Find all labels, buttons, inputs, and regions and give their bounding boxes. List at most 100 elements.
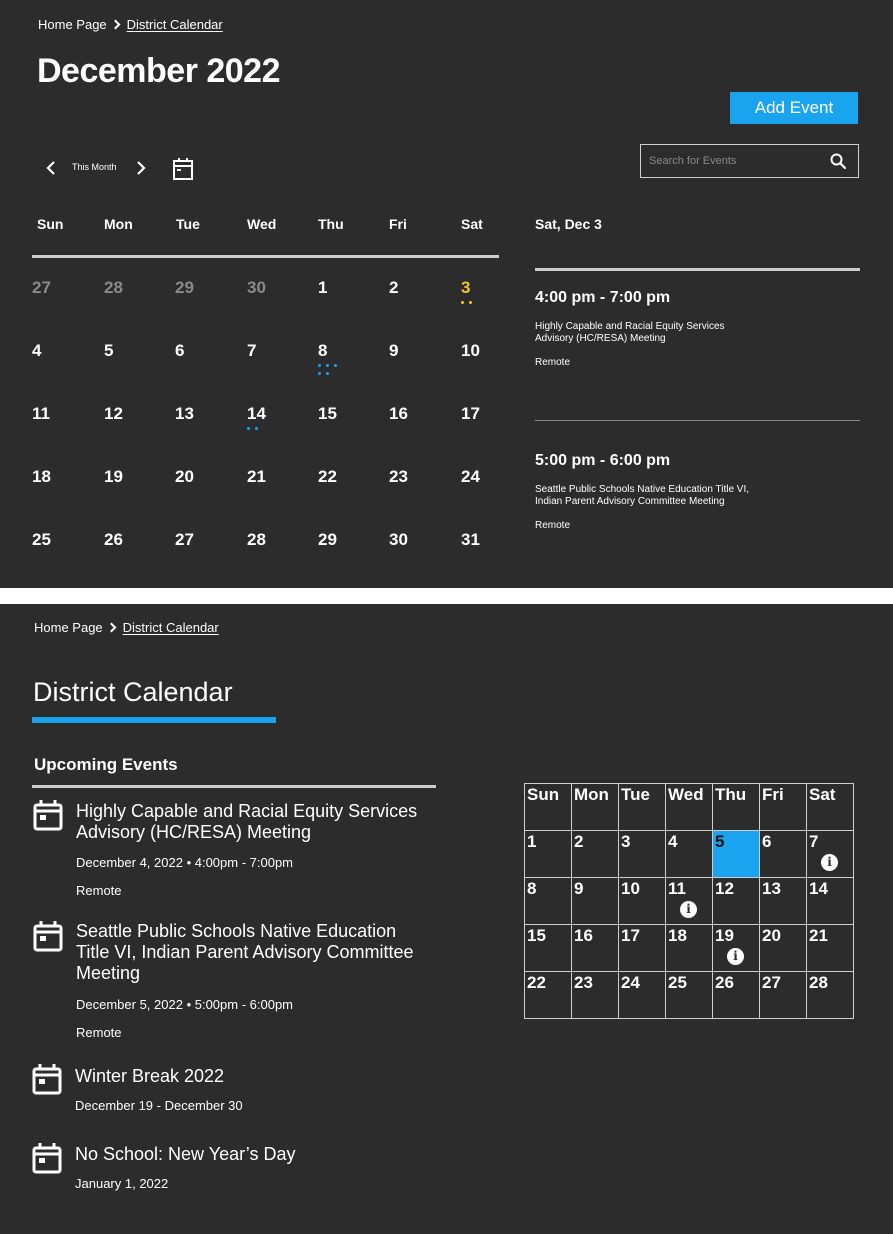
calendar-day[interactable]: 29 (318, 530, 337, 550)
calendar-day[interactable]: 30 (389, 530, 408, 550)
event-dot (461, 301, 464, 304)
chevron-left-icon[interactable] (44, 160, 58, 176)
search-input[interactable] (649, 152, 819, 170)
mini-calendar-day[interactable]: 26 (712, 971, 760, 1019)
mini-calendar-day[interactable]: 25 (665, 971, 713, 1019)
weekday-header: Thu (712, 783, 760, 831)
calendar-day[interactable]: 23 (389, 467, 408, 487)
mini-calendar-header-row: Sun Mon Tue Wed Thu Fri Sat (524, 783, 854, 831)
calendar-day[interactable]: 28 (247, 530, 266, 550)
breadcrumb-home-link[interactable]: Home Page (34, 620, 103, 635)
mini-calendar-day[interactable]: 5 (712, 830, 760, 878)
breadcrumb-current-link[interactable]: District Calendar (123, 620, 219, 635)
mini-calendar-day[interactable]: 4 (665, 830, 713, 878)
breadcrumb-home-link[interactable]: Home Page (38, 17, 107, 32)
mini-calendar-day[interactable]: 23 (571, 971, 619, 1019)
weekday-header: Thu (318, 216, 344, 232)
mini-calendar-day[interactable]: 16 (571, 924, 619, 972)
info-icon[interactable]: i (727, 948, 744, 965)
calendar-day[interactable]: 26 (104, 530, 123, 550)
info-icon[interactable]: i (821, 854, 838, 871)
calendar-day[interactable]: 14 (247, 404, 266, 424)
breadcrumb-current-link[interactable]: District Calendar (127, 17, 223, 32)
mini-calendar-day[interactable]: 10 (618, 877, 666, 925)
mini-calendar-day[interactable]: 15 (524, 924, 572, 972)
mini-calendar-day[interactable]: 3 (618, 830, 666, 878)
calendar-day[interactable]: 16 (389, 404, 408, 424)
mini-calendar-day[interactable]: 17 (618, 924, 666, 972)
section-heading: Upcoming Events (34, 755, 178, 774)
calendar-day[interactable]: 19 (104, 467, 123, 487)
calendar-day[interactable]: 13 (175, 404, 194, 424)
calendar-day[interactable]: 27 (32, 278, 51, 298)
calendar-day[interactable]: 12 (104, 404, 123, 424)
mini-calendar-day[interactable]: 2 (571, 830, 619, 878)
calendar-day[interactable]: 21 (247, 467, 266, 487)
event-title-link[interactable]: Highly Capable and Racial Equity Service… (76, 801, 426, 843)
calendar-day[interactable]: 5 (104, 341, 113, 361)
calendar-day[interactable]: 7 (247, 341, 256, 361)
this-month-button[interactable]: This Month (72, 162, 117, 172)
info-icon[interactable]: i (680, 901, 697, 918)
chevron-right-icon[interactable] (134, 160, 148, 176)
selected-date-heading: Sat, Dec 3 (535, 216, 602, 232)
mini-calendar-day[interactable]: 8 (524, 877, 572, 925)
mini-calendar-day[interactable]: 14 (806, 877, 854, 925)
day-number: 17 (621, 926, 640, 945)
day-number: 13 (762, 879, 781, 898)
calendar-day[interactable]: 2 (389, 278, 398, 298)
mini-calendar-day[interactable]: 1 (524, 830, 572, 878)
event-location: Remote (535, 357, 571, 368)
mini-calendar-day[interactable]: 7i (806, 830, 854, 878)
mini-calendar-day[interactable]: 11 i (665, 877, 713, 925)
calendar-day[interactable]: 6 (175, 341, 184, 361)
calendar-day[interactable]: 4 (32, 341, 41, 361)
event-indicator (318, 364, 344, 375)
event-title-link[interactable]: Winter Break 2022 (75, 1066, 224, 1087)
mini-calendar-day[interactable]: 6 (759, 830, 807, 878)
calendar-day[interactable]: 17 (461, 404, 480, 424)
mini-calendar-day[interactable]: 20 (759, 924, 807, 972)
calendar-day[interactable]: 15 (318, 404, 337, 424)
event-title-link[interactable]: Highly Capable and Racial Equity Service… (535, 321, 755, 345)
mini-calendar-day[interactable]: 12 (712, 877, 760, 925)
calendar-icon[interactable] (172, 157, 194, 181)
mini-calendar-day[interactable]: 22 (524, 971, 572, 1019)
event-title-link[interactable]: Seattle Public Schools Native Education … (535, 484, 760, 508)
calendar-day[interactable]: 8 (318, 341, 327, 361)
mini-calendar-day[interactable]: 18 (665, 924, 713, 972)
weekday-header: Sat (806, 783, 854, 831)
calendar-icon (32, 1143, 62, 1174)
mini-calendar-day[interactable]: 9 (571, 877, 619, 925)
add-event-button[interactable]: Add Event (730, 92, 858, 124)
calendar-day[interactable]: 3 (461, 278, 470, 298)
mini-calendar-day[interactable]: 21 (806, 924, 854, 972)
calendar-day[interactable]: 28 (104, 278, 123, 298)
mini-calendar-day[interactable]: 28 (806, 971, 854, 1019)
event-title-link[interactable]: No School: New Year’s Day (75, 1144, 295, 1165)
calendar-day[interactable]: 25 (32, 530, 51, 550)
mini-calendar-day[interactable]: 13 (759, 877, 807, 925)
calendar-day[interactable]: 18 (32, 467, 51, 487)
weekday-header: Tue (618, 783, 666, 831)
event-title-link[interactable]: Seattle Public Schools Native Education … (76, 921, 431, 984)
calendar-day[interactable]: 22 (318, 467, 337, 487)
mini-calendar-row: 22 23 24 25 26 27 28 (524, 971, 854, 1019)
divider (535, 420, 860, 421)
calendar-day[interactable]: 11 (32, 404, 50, 424)
mini-calendar-day[interactable]: 24 (618, 971, 666, 1019)
mini-calendar-day[interactable]: 27 (759, 971, 807, 1019)
calendar-day[interactable]: 24 (461, 467, 480, 487)
mini-calendar-day[interactable]: 19 i (712, 924, 760, 972)
calendar-day[interactable]: 20 (175, 467, 194, 487)
search-icon[interactable] (829, 152, 847, 170)
mini-calendar-row: 15 16 17 18 19 i 20 21 (524, 924, 854, 972)
calendar-day[interactable]: 31 (461, 530, 480, 550)
title-underline (32, 717, 276, 723)
calendar-day[interactable]: 1 (318, 278, 327, 298)
calendar-day[interactable]: 29 (175, 278, 194, 298)
calendar-day[interactable]: 10 (461, 341, 480, 361)
calendar-day[interactable]: 30 (247, 278, 266, 298)
calendar-day[interactable]: 27 (175, 530, 194, 550)
calendar-day[interactable]: 9 (389, 341, 398, 361)
